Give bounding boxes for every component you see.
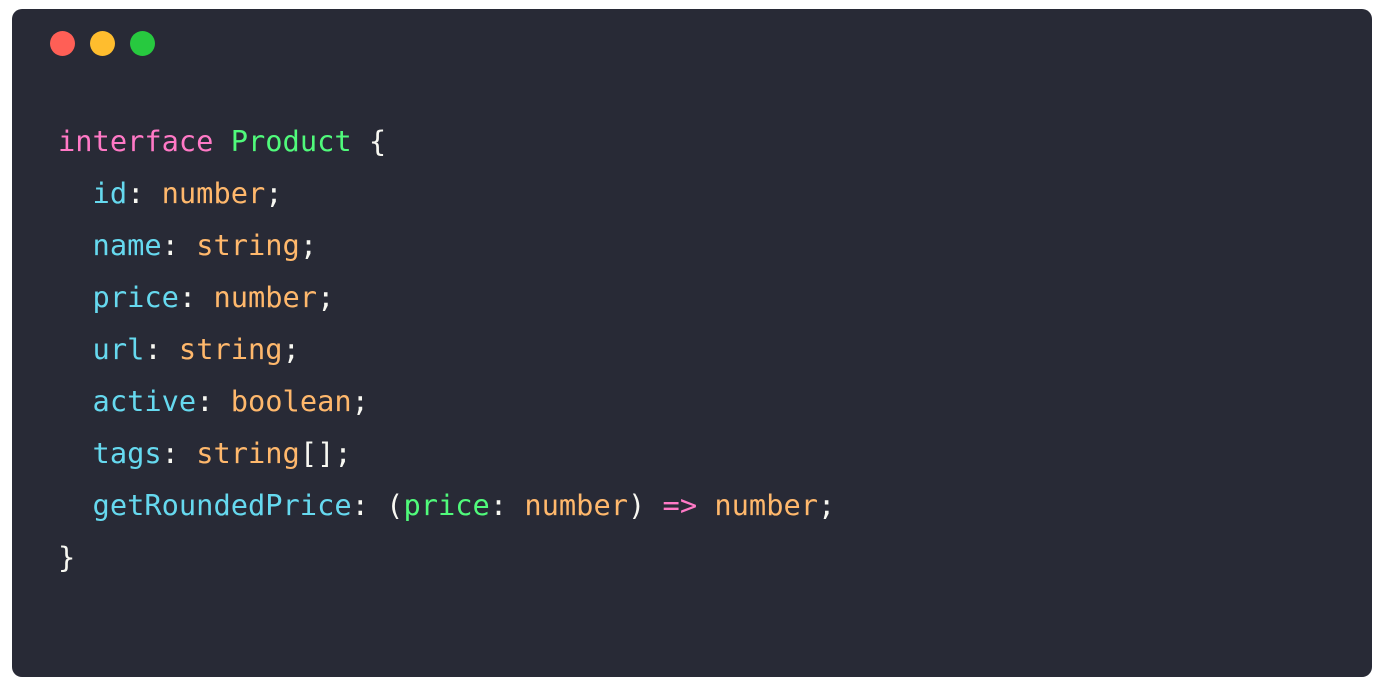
code-token-punctuation: :: [196, 384, 231, 418]
code-token-property: tags: [92, 436, 162, 470]
code-token-punctuation: [];: [299, 436, 352, 470]
code-token-punctuation: [58, 332, 93, 366]
code-token-punctuation: ;: [818, 488, 836, 522]
code-token-punctuation: ;: [282, 332, 300, 366]
code-token-punctuation: :: [161, 436, 197, 470]
code-token-keyword: interface: [58, 124, 214, 158]
code-token-punctuation: :: [144, 332, 179, 366]
code-token-punctuation: ): [628, 488, 663, 522]
code-window: interface Product { id: number; name: st…: [12, 9, 1372, 677]
code-token-param: price: [403, 488, 490, 522]
code-token-property: price: [92, 280, 179, 314]
code-token-type: string: [196, 436, 300, 470]
code-token-punctuation: :: [161, 228, 197, 262]
code-token-property: active: [92, 384, 197, 418]
code-token-punctuation: {: [351, 124, 387, 158]
code-token-type: number: [161, 176, 266, 210]
code-token-punctuation: [58, 488, 93, 522]
code-token-punctuation: :: [178, 280, 214, 314]
code-token-property: name: [92, 228, 162, 262]
code-line: active: boolean;: [58, 375, 835, 427]
code-token-punctuation: [213, 124, 230, 158]
code-token-property: url: [92, 332, 145, 366]
code-token-punctuation: ;: [351, 384, 369, 418]
window-controls: [50, 31, 155, 56]
code-token-type: string: [196, 228, 300, 262]
code-token-punctuation: }: [58, 540, 76, 574]
code-token-punctuation: ;: [317, 280, 335, 314]
code-token-punctuation: [58, 436, 93, 470]
code-token-type: number: [213, 280, 318, 314]
code-line: url: string;: [58, 323, 835, 375]
code-token-punctuation: ;: [299, 228, 318, 262]
code-token-punctuation: :: [489, 488, 525, 522]
code-token-type: number: [714, 488, 819, 522]
code-token-type: string: [178, 332, 283, 366]
close-button[interactable]: [50, 31, 75, 56]
code-line: name: string;: [58, 219, 835, 271]
code-token-type-name: Product: [230, 124, 352, 158]
maximize-button[interactable]: [130, 31, 155, 56]
code-block: interface Product { id: number; name: st…: [58, 115, 835, 583]
code-line: tags: string[];: [58, 427, 835, 479]
code-token-property: id: [92, 176, 128, 210]
code-token-punctuation: [58, 280, 93, 314]
code-line: }: [58, 531, 835, 583]
code-line: price: number;: [58, 271, 835, 323]
code-token-punctuation: [697, 488, 714, 522]
code-token-property: getRoundedPrice: [92, 488, 352, 522]
code-line: id: number;: [58, 167, 835, 219]
code-token-type: boolean: [230, 384, 352, 418]
code-token-punctuation: [58, 384, 93, 418]
code-token-punctuation: [58, 176, 93, 210]
code-token-punctuation: :: [127, 176, 162, 210]
code-token-type: number: [524, 488, 628, 522]
code-line: getRoundedPrice: (price: number) => numb…: [58, 479, 836, 531]
code-token-punctuation: : (: [351, 488, 404, 522]
code-token-punctuation: [58, 228, 93, 262]
code-token-keyword: =>: [662, 488, 698, 522]
minimize-button[interactable]: [90, 31, 115, 56]
code-line: interface Product {: [58, 115, 835, 167]
code-token-punctuation: ;: [265, 176, 283, 210]
